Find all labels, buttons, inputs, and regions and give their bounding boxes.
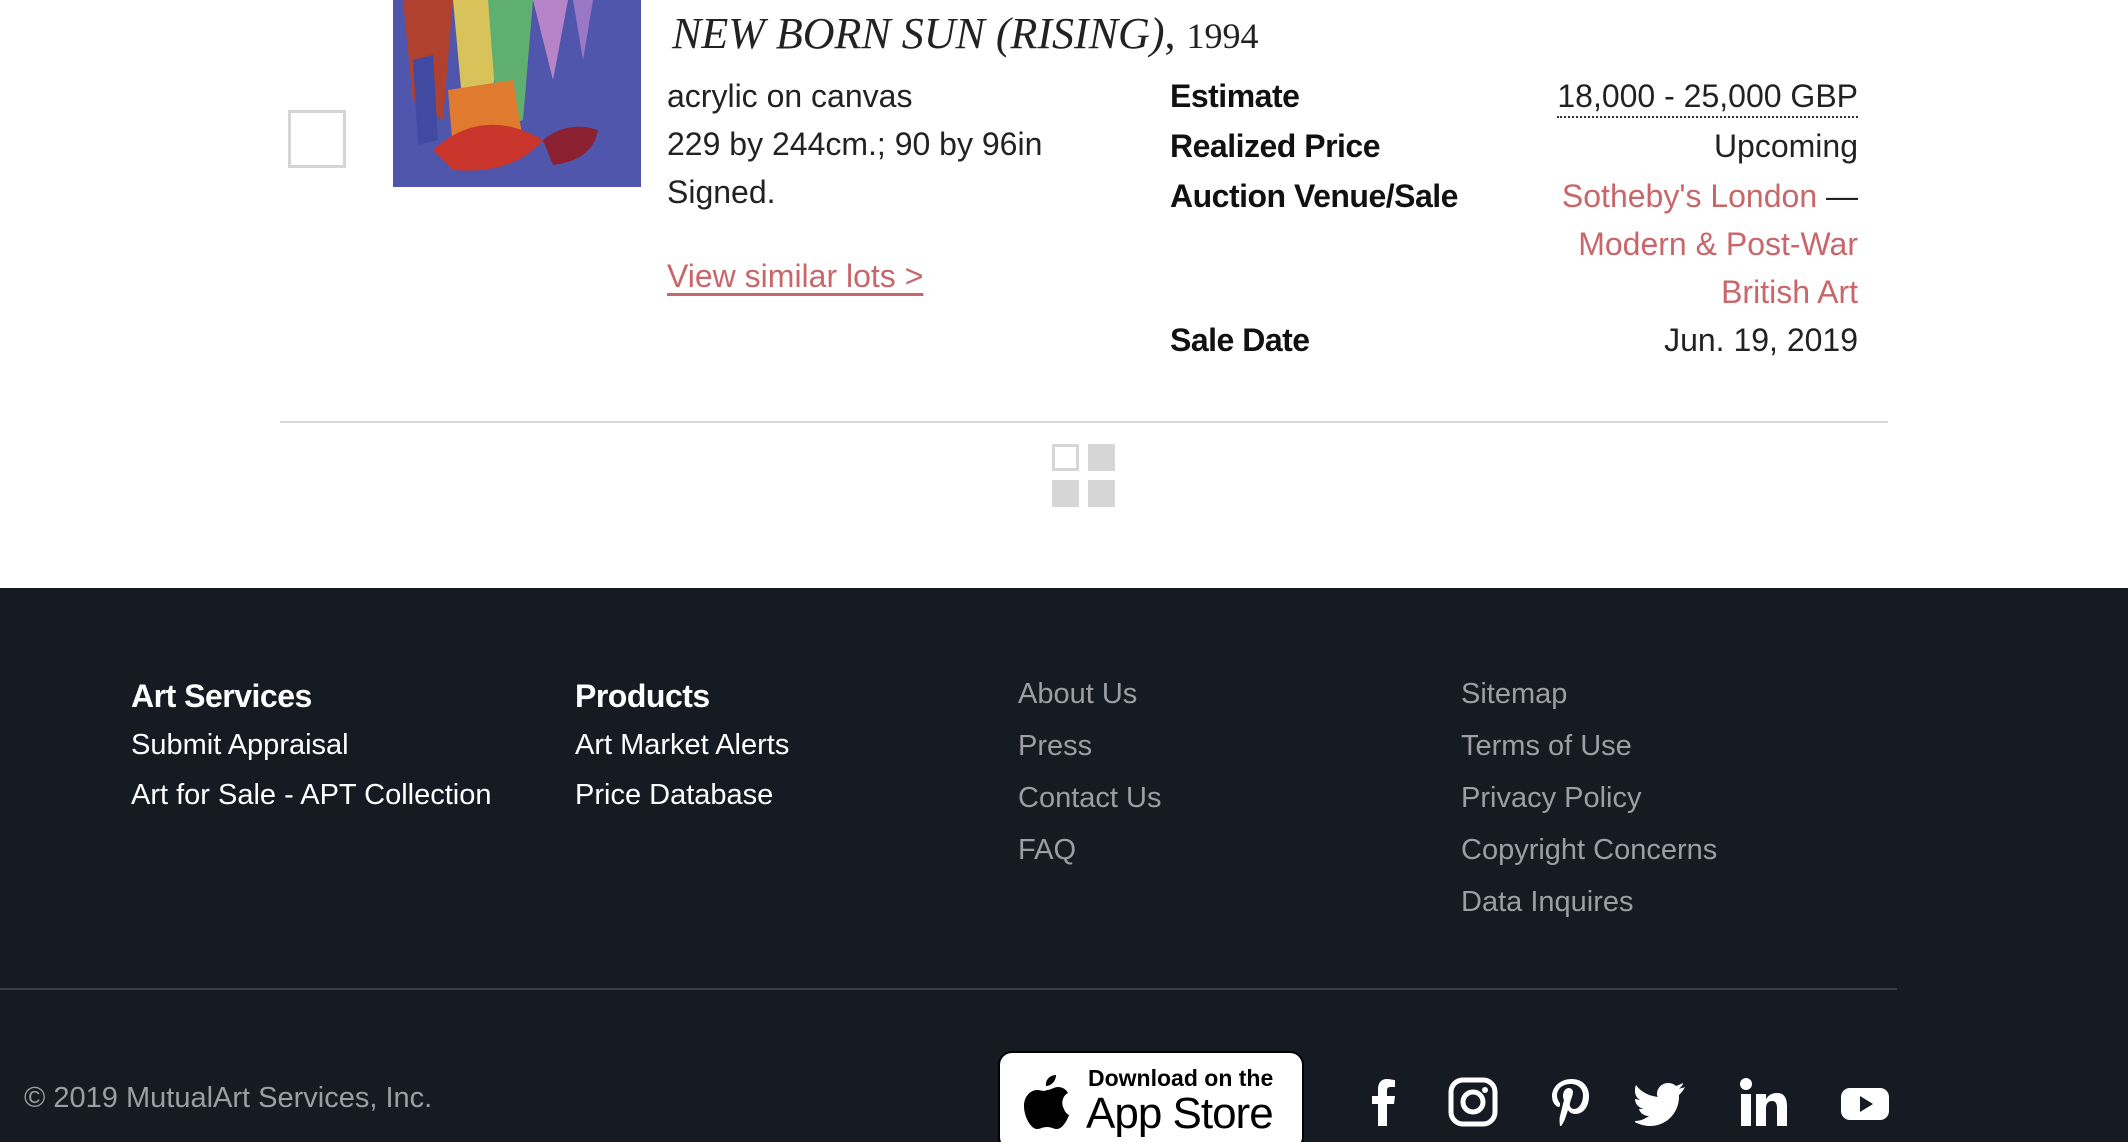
sale-name-link-line2[interactable]: British Art <box>1721 274 1858 310</box>
footer-link-faq[interactable]: FAQ <box>1018 824 1161 876</box>
footer-link-copyright-concerns[interactable]: Copyright Concerns <box>1461 824 1717 876</box>
lot-year: 1994 <box>1186 16 1259 56</box>
venue-sep: — <box>1817 178 1858 214</box>
estimate-label: Estimate <box>1170 78 1300 114</box>
lot-divider <box>280 421 1888 423</box>
realized-price-value: Upcoming <box>1713 128 1858 164</box>
view-similar-lots-link[interactable]: View similar lots > <box>667 258 923 295</box>
venue-row: Auction Venue/Sale Sotheby's London — Mo… <box>1170 172 1858 316</box>
sale-date-label: Sale Date <box>1170 322 1310 358</box>
app-store-small-text: Download on the <box>1088 1065 1274 1091</box>
app-store-big-text: App Store <box>1086 1089 1274 1138</box>
lot-thumbnail-image[interactable] <box>393 0 641 187</box>
estimate-value[interactable]: 18,000 - 25,000 GBP <box>1557 76 1858 118</box>
lot-signature: Signed. <box>667 174 776 210</box>
footer-heading-art-services: Art Services <box>131 678 312 714</box>
sale-date-row: Sale Date Jun. 19, 2019 <box>1170 316 1858 364</box>
apple-logo-icon <box>1024 1075 1069 1129</box>
realized-price-row: Realized Price Upcoming <box>1170 122 1858 172</box>
footer-col-products: Products Art Market Alerts Price Databas… <box>575 672 789 820</box>
linkedin-icon[interactable] <box>1737 1076 1789 1128</box>
sale-date-value: Jun. 19, 2019 <box>1664 322 1858 358</box>
youtube-icon[interactable] <box>1839 1076 1891 1128</box>
footer-link-about-us[interactable]: About Us <box>1018 668 1161 720</box>
sale-name-link-line1[interactable]: Modern & Post-War <box>1578 226 1858 262</box>
copyright-text: © 2019 MutualArt Services, Inc. <box>24 1082 433 1114</box>
footer-link-data-inquires[interactable]: Data Inquires <box>1461 876 1717 928</box>
lot-medium: acrylic on canvas <box>667 78 913 114</box>
grid-view-icon[interactable] <box>1052 444 1116 508</box>
app-store-badge[interactable]: Download on the App Store <box>998 1051 1304 1142</box>
twitter-icon[interactable] <box>1635 1076 1687 1128</box>
footer-link-privacy-policy[interactable]: Privacy Policy <box>1461 772 1717 824</box>
venue-value: Sotheby's London — Modern & Post-War Bri… <box>1562 172 1858 316</box>
lot-title[interactable]: NEW BORN SUN (RISING), 1994 <box>672 8 1259 59</box>
pinterest-icon[interactable] <box>1545 1076 1597 1128</box>
lot-details: acrylic on canvas 229 by 244cm.; 90 by 9… <box>667 72 1087 216</box>
lot-select-checkbox[interactable] <box>288 110 346 168</box>
estimate-row: Estimate 18,000 - 25,000 GBP <box>1170 72 1858 122</box>
footer-link-price-database[interactable]: Price Database <box>575 770 789 820</box>
footer-heading-products: Products <box>575 678 710 714</box>
footer-col-legal: Sitemap Terms of Use Privacy Policy Copy… <box>1461 668 1717 928</box>
footer-col-company: About Us Press Contact Us FAQ <box>1018 668 1161 876</box>
footer-link-art-market-alerts[interactable]: Art Market Alerts <box>575 720 789 770</box>
lot-facts: Estimate 18,000 - 25,000 GBP Realized Pr… <box>1170 72 1858 364</box>
lot-title-name: NEW BORN SUN (RISING) <box>672 9 1165 58</box>
footer-link-press[interactable]: Press <box>1018 720 1161 772</box>
venue-label: Auction Venue/Sale <box>1170 178 1458 214</box>
lot-title-sep: , <box>1164 9 1176 58</box>
instagram-icon[interactable] <box>1447 1076 1499 1128</box>
realized-price-label: Realized Price <box>1170 128 1381 164</box>
facebook-icon[interactable] <box>1358 1076 1410 1128</box>
footer-link-sitemap[interactable]: Sitemap <box>1461 668 1717 720</box>
footer-link-art-for-sale[interactable]: Art for Sale - APT Collection <box>131 770 492 820</box>
footer-link-contact-us[interactable]: Contact Us <box>1018 772 1161 824</box>
footer-divider <box>0 988 1897 990</box>
venue-name-link[interactable]: Sotheby's London <box>1562 178 1817 214</box>
footer-col-art-services: Art Services Submit Appraisal Art for Sa… <box>131 672 492 820</box>
footer-link-terms-of-use[interactable]: Terms of Use <box>1461 720 1717 772</box>
footer-link-submit-appraisal[interactable]: Submit Appraisal <box>131 720 492 770</box>
lot-dimensions: 229 by 244cm.; 90 by 96in <box>667 126 1043 162</box>
site-footer: Art Services Submit Appraisal Art for Sa… <box>0 588 2128 1142</box>
